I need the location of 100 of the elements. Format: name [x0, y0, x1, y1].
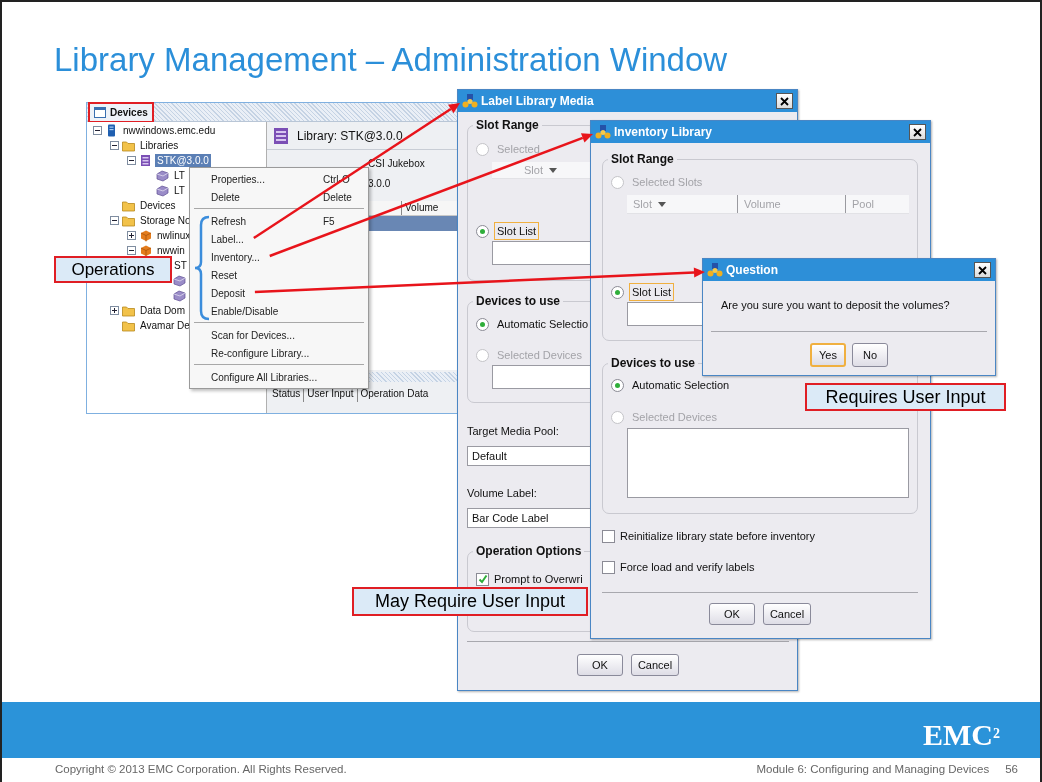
radio-label: Slot List: [629, 282, 675, 302]
tree-item[interactable]: Data Dom: [138, 304, 187, 317]
drive-icon: [156, 184, 169, 197]
menu-item[interactable]: Reset: [190, 266, 368, 284]
close-button[interactable]: [776, 93, 793, 109]
tree-item[interactable]: nwwin: [155, 244, 187, 257]
dialog-button[interactable]: Yes: [810, 343, 846, 367]
menu-item[interactable]: Delete Delete: [190, 188, 368, 206]
collapse-icon[interactable]: [93, 126, 102, 135]
field-label: Volume Label:: [467, 486, 538, 500]
menu-item[interactable]: Deposit: [190, 284, 368, 302]
field-label: Target Media Pool:: [467, 424, 560, 438]
nodes-icon: [462, 93, 478, 109]
folder-icon: [122, 199, 135, 212]
folder-icon: [122, 139, 135, 152]
radio-label: Automatic Selection: [631, 377, 731, 393]
expand-icon[interactable]: [127, 231, 136, 240]
radio-button[interactable]: [611, 378, 624, 392]
folder-icon: [122, 319, 135, 332]
close-icon: [913, 127, 922, 137]
group-label: Slot Range: [475, 118, 540, 132]
menu-item[interactable]: Refresh F5: [190, 212, 368, 230]
tree-item[interactable]: Devices: [138, 199, 178, 212]
server-icon: [105, 124, 118, 137]
radio-label: Slot List: [494, 221, 540, 241]
tree-item[interactable]: STK@3.0.0: [155, 154, 211, 167]
dialog-title: Inventory Library: [614, 124, 714, 141]
tree-item[interactable]: LT: [172, 184, 187, 197]
property-value: 3.0.0: [368, 178, 391, 189]
tree-item[interactable]: Libraries: [138, 139, 181, 152]
library-icon: [273, 126, 289, 145]
logo: EMC$^{2}$: [923, 718, 1000, 752]
radio-button[interactable]: [476, 224, 489, 238]
dialog-button[interactable]: OK: [708, 603, 755, 625]
checkbox-label: Prompt to Overwri: [494, 571, 583, 587]
window-title: Devices: [110, 106, 148, 120]
collapse-icon[interactable]: [110, 141, 119, 150]
menu-item[interactable]: Label...: [190, 230, 368, 248]
collapse-icon[interactable]: [110, 216, 119, 225]
checkbox[interactable]: [602, 529, 615, 543]
checkbox[interactable]: [602, 560, 615, 574]
window-icon: [94, 107, 106, 118]
dialog-title: Label Library Media: [481, 93, 595, 110]
callout: May Require User Input: [352, 587, 588, 616]
column-header: Operation Data: [359, 387, 430, 401]
close-button[interactable]: [909, 124, 926, 140]
dialog-button[interactable]: No: [852, 343, 888, 367]
tree-item[interactable]: LT: [172, 169, 187, 182]
radio-label: Selected Slots: [631, 174, 704, 190]
dialog-title: Question: [726, 262, 779, 279]
expand-icon[interactable]: [110, 306, 119, 315]
tree-item[interactable]: Avamar De: [138, 319, 192, 332]
radio-label: Selected Devices: [631, 409, 718, 425]
checkbox-label: Force load and verify labels: [620, 559, 755, 575]
folder-icon: [122, 214, 135, 227]
radio-label: Selected Devices: [496, 347, 583, 363]
menu-item[interactable]: Enable/Disable: [190, 302, 368, 320]
menu-item[interactable]: Scan for Devices...: [190, 326, 368, 344]
column-header: Volume: [401, 201, 439, 215]
dialog-button[interactable]: OK: [576, 654, 623, 676]
nodes-icon: [595, 124, 611, 140]
group-label: Devices to use: [610, 356, 697, 370]
module-title: Module 6: Configuring and Managing Devices: [756, 762, 990, 778]
column-header: Slot: [524, 162, 543, 178]
tree-item[interactable]: ST: [172, 259, 189, 272]
folder-icon: [122, 304, 135, 317]
radio-label: Automatic Selectio: [496, 316, 590, 332]
radio-button[interactable]: [611, 285, 624, 299]
callout: Operations: [54, 256, 172, 283]
sort-icon: [657, 201, 666, 207]
copyright-text: Copyright © 2013 EMC Corporation. All Rights Reserved.: [55, 762, 347, 778]
input-field[interactable]: [627, 428, 909, 498]
nodes-icon: [707, 262, 723, 278]
cube-icon: [139, 229, 152, 242]
drive-icon: [156, 169, 169, 182]
close-icon: [780, 96, 789, 106]
collapse-icon[interactable]: [127, 156, 136, 165]
dialog-button[interactable]: Cancel: [762, 603, 812, 625]
menu-item[interactable]: Configure All Libraries...: [190, 368, 368, 386]
menu-item[interactable]: Re-configure Library...: [190, 344, 368, 362]
radio-button[interactable]: [476, 317, 489, 331]
sort-icon: [548, 167, 557, 173]
tree-item[interactable]: nwwindows.emc.edu: [121, 124, 218, 137]
callout: Requires User Input: [805, 383, 1006, 411]
library-icon: [139, 154, 152, 167]
dialog-button[interactable]: Cancel: [630, 654, 680, 676]
checkbox[interactable]: [476, 572, 489, 586]
radio-label: Selected: [496, 141, 541, 157]
column-header: Slot: [633, 196, 652, 212]
column-header: Pool: [852, 196, 875, 212]
collapse-icon[interactable]: [127, 246, 136, 255]
menu-item[interactable]: Inventory...: [190, 248, 368, 266]
message-text: Are you sure you want to deposit the volumes?: [720, 298, 951, 313]
group-label: Slot Range: [610, 152, 675, 166]
group-label: Operation Options: [475, 544, 583, 558]
column-header: Volume: [744, 196, 781, 212]
tree-item[interactable]: nwlinux: [155, 229, 193, 242]
panel-heading: Library: STK@3.0.0: [297, 127, 403, 145]
close-icon: [978, 265, 987, 275]
close-button[interactable]: [974, 262, 991, 278]
